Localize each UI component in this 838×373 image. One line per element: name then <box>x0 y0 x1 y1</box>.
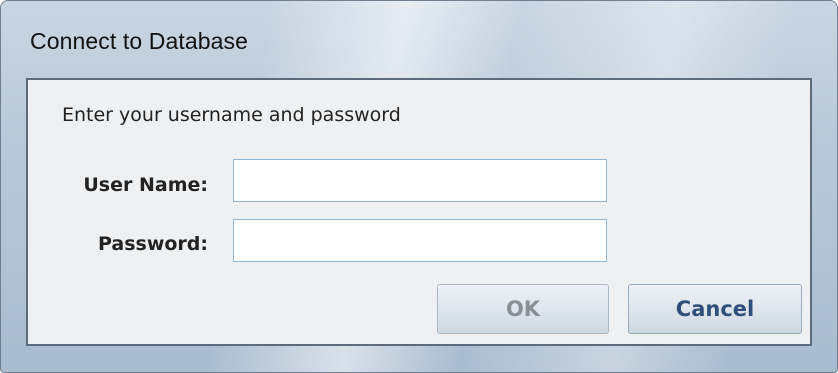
dialog-title: Connect to Database <box>30 28 248 54</box>
username-label: User Name: <box>83 174 208 196</box>
dialog-content: Enter your username and password User Na… <box>26 78 812 346</box>
ok-button[interactable]: OK <box>437 284 609 334</box>
password-field[interactable] <box>233 219 607 262</box>
password-label: Password: <box>97 233 208 255</box>
cancel-button[interactable]: Cancel <box>628 284 802 334</box>
connect-dialog-window: Connect to Database Enter your username … <box>0 0 838 373</box>
login-prompt: Enter your username and password <box>62 104 401 126</box>
title-bar[interactable]: Connect to Database <box>1 1 837 73</box>
username-field[interactable] <box>233 159 607 202</box>
